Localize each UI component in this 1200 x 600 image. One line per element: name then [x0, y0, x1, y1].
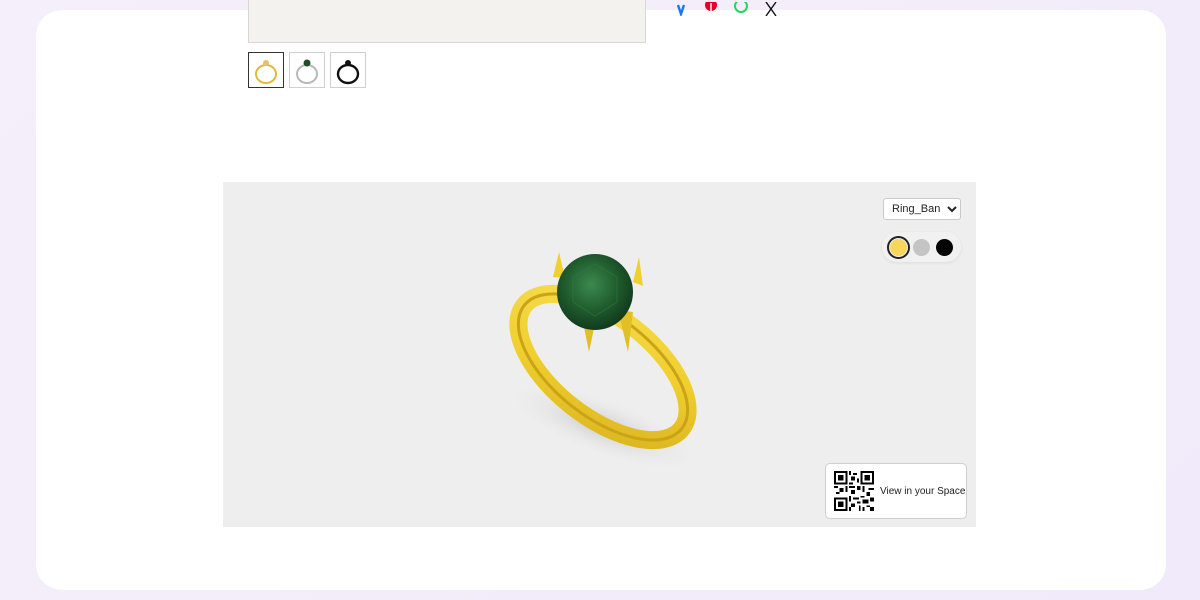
ring-thumbnail-icon	[336, 60, 360, 85]
share-icons	[672, 2, 780, 16]
main-product-image	[248, 0, 646, 43]
pinterest-icon[interactable]	[702, 2, 720, 16]
thumbnail-silver[interactable]	[289, 52, 325, 88]
ring-thumbnail-icon	[255, 60, 277, 84]
thumbnail-strip	[248, 52, 366, 88]
swatch-silver[interactable]	[913, 238, 930, 256]
swatch-gold[interactable]	[887, 235, 910, 259]
view-in-your-space-button[interactable]: View in your Space	[825, 463, 967, 519]
variant-dropdown[interactable]: Ring_Band	[883, 198, 961, 220]
ar-button-label: View in your Space	[880, 485, 966, 497]
ring-thumbnail-icon	[296, 59, 318, 84]
qr-code-icon	[834, 471, 874, 511]
thumbnail-black[interactable]	[330, 52, 366, 88]
ring-3d-model[interactable]	[493, 212, 723, 472]
whatsapp-icon[interactable]	[732, 2, 750, 16]
swatch-black[interactable]	[936, 238, 953, 256]
facebook-icon[interactable]	[672, 2, 690, 16]
color-swatch-group	[882, 232, 961, 262]
thumbnail-gold[interactable]	[248, 52, 284, 88]
x-icon[interactable]	[762, 2, 780, 16]
3d-model-viewer[interactable]: Ring_Band View in your Space	[223, 182, 976, 527]
